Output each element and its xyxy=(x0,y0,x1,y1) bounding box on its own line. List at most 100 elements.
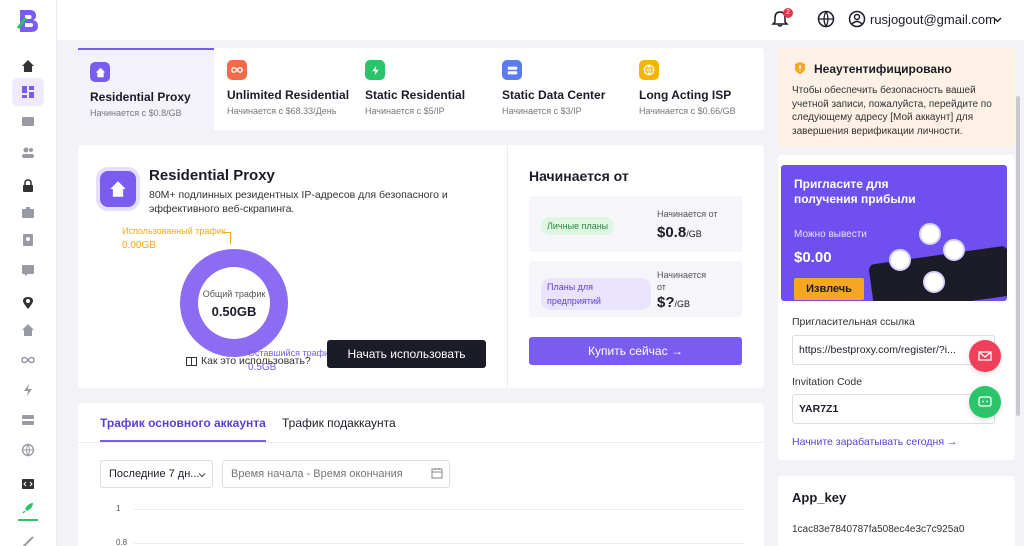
page-scrollbar[interactable] xyxy=(1016,96,1020,416)
start-earning-link[interactable]: Начните зарабатывать сегодня → xyxy=(792,436,957,448)
sidebar-server-icon[interactable] xyxy=(18,410,38,430)
notice-title: Неаутентифицировано xyxy=(814,62,952,76)
product-tab-static-datacenter[interactable]: Static Data Center Начинается с $3/IP xyxy=(490,48,627,130)
product-tabs: Residential Proxy Начинается с $0.8/GB U… xyxy=(78,48,764,130)
range-select[interactable]: Последние 7 дн... xyxy=(100,460,213,488)
product-tab-static-residential[interactable]: Static Residential Начинается с $5/IP xyxy=(353,48,490,130)
product-subtitle: Начинается с $68.33/День xyxy=(227,106,337,116)
personal-plan-price: $0.8/GB xyxy=(657,224,702,241)
personal-plan-tag: Личные планы xyxy=(541,217,615,235)
enterprise-plan[interactable]: Планы для предприятий Начинается от $?/G… xyxy=(529,261,742,317)
coin-icon xyxy=(923,271,945,293)
product-tab-long-isp[interactable]: Long Acting ISP Начинается с $0.66/GB xyxy=(627,48,764,130)
howto-text: Как это использовать? xyxy=(201,355,311,367)
sidebar-code-icon[interactable] xyxy=(18,474,38,494)
user-avatar-icon[interactable] xyxy=(848,10,866,28)
infinity-icon xyxy=(227,60,247,80)
sidebar-home-icon[interactable] xyxy=(18,56,38,76)
chevron-down-icon[interactable] xyxy=(198,471,206,479)
top-bar: 2 rusjogout@gmail.com xyxy=(57,0,1024,40)
mail-fab-button[interactable] xyxy=(969,340,1001,372)
notification-badge: 2 xyxy=(783,8,793,18)
date-range-input[interactable] xyxy=(222,460,450,488)
product-tab-unlimited[interactable]: Unlimited Residential Начинается с $68.3… xyxy=(215,48,352,130)
howto-link[interactable]: Как это использовать? xyxy=(186,355,311,367)
personal-plan-start: Начинается от xyxy=(657,209,718,219)
globe-icon xyxy=(639,60,659,80)
product-title: Long Acting ISP xyxy=(639,88,732,102)
product-title: Unlimited Residential xyxy=(227,88,350,102)
product-subtitle: Начинается с $0.8/GB xyxy=(90,108,182,118)
sidebar-extra-icon[interactable] xyxy=(18,532,38,546)
tabs-divider xyxy=(78,442,764,443)
withdraw-label: Можно вывести xyxy=(794,229,867,240)
unauthenticated-notice: Неаутентифицировано Чтобы обеспечить без… xyxy=(778,48,1015,147)
y-axis-tick: 0.8 xyxy=(116,538,128,546)
sidebar-bolt-icon[interactable] xyxy=(18,380,38,400)
app-key-title: App_key xyxy=(792,490,847,505)
tab-subaccount-traffic[interactable]: Трафик подаккаунта xyxy=(282,416,396,430)
sidebar-users-icon[interactable] xyxy=(18,142,38,162)
used-traffic-label: Использованный трафик xyxy=(122,226,226,236)
language-globe-icon[interactable] xyxy=(817,10,835,28)
product-title: Static Residential xyxy=(365,88,466,102)
coin-icon xyxy=(889,249,911,271)
buy-now-button[interactable]: Купить сейчас → xyxy=(529,337,742,365)
sidebar-location-icon[interactable] xyxy=(18,293,38,313)
sidebar-infinity-icon[interactable] xyxy=(18,350,38,370)
bolt-icon xyxy=(365,60,385,80)
traffic-donut-chart: Общий трафик 0.50GB xyxy=(180,249,288,357)
y-grid-line xyxy=(134,509,744,510)
enterprise-plan-price: $?/GB xyxy=(657,294,691,311)
sidebar-message-icon[interactable] xyxy=(18,260,38,280)
app-key-value[interactable]: 1cac83e7840787fa508ec4e3c7c925a0 xyxy=(792,524,964,535)
invitation-code-label: Invitation Code xyxy=(792,376,863,388)
sidebar-globe-icon[interactable] xyxy=(18,440,38,460)
banner-title: Пригласите для получения прибыли xyxy=(794,177,916,206)
y-grid-line xyxy=(134,543,744,544)
card-title: Residential Proxy xyxy=(149,167,275,184)
bestproxy-logo[interactable] xyxy=(16,8,40,34)
sidebar-id-card-icon[interactable] xyxy=(18,230,38,250)
product-subtitle: Начинается с $3/IP xyxy=(502,106,582,116)
product-tab-residential[interactable]: Residential Proxy Начинается с $0.8/GB xyxy=(78,48,214,130)
total-traffic-label: Общий трафик xyxy=(202,289,266,299)
product-title: Residential Proxy xyxy=(90,90,191,104)
traffic-card: Трафик основного аккаунта Трафик подакка… xyxy=(78,403,764,546)
shield-warning-icon xyxy=(795,62,805,74)
chevron-down-icon[interactable] xyxy=(993,15,1002,24)
enterprise-plan-tag: Планы для предприятий xyxy=(541,278,651,310)
calendar-icon[interactable] xyxy=(431,467,443,479)
product-subtitle: Начинается с $5/IP xyxy=(365,106,445,116)
server-icon xyxy=(502,60,522,80)
notice-text[interactable]: Чтобы обеспечить безопасность вашей учет… xyxy=(792,84,1002,138)
residential-proxy-card: Residential Proxy 80M+ подлинных резиден… xyxy=(78,145,764,388)
user-email[interactable]: rusjogout@gmail.com xyxy=(870,12,996,27)
product-title: Static Data Center xyxy=(502,88,606,102)
sidebar-rocket-icon[interactable] xyxy=(18,498,38,518)
home-icon xyxy=(90,62,110,82)
app-key-card: App_key 1cac83e7840787fa508ec4e3c7c925a0 xyxy=(778,476,1015,546)
sidebar-dashboard-icon[interactable] xyxy=(12,78,44,106)
card-description: 80M+ подлинных резидентных IP-адресов дл… xyxy=(149,189,448,215)
chat-icon xyxy=(978,396,992,407)
invitation-code-field[interactable]: YAR7Z1 xyxy=(792,394,995,424)
product-subtitle: Начинается с $0.66/GB xyxy=(639,106,736,116)
withdraw-button[interactable]: Извлечь xyxy=(794,278,864,300)
referral-link-field[interactable]: https://bestproxy.com/register/?i... xyxy=(792,335,995,365)
coin-icon xyxy=(943,239,965,261)
chat-fab-button[interactable] xyxy=(969,386,1001,418)
card-divider xyxy=(507,145,508,388)
book-icon xyxy=(186,356,197,366)
personal-plan[interactable]: Личные планы Начинается от $0.8/GB xyxy=(529,196,742,252)
coin-icon xyxy=(919,223,941,245)
y-axis-tick: 1 xyxy=(116,504,121,513)
sidebar-briefcase-icon[interactable] xyxy=(18,202,38,222)
sidebar-residential-icon[interactable] xyxy=(18,320,38,340)
tab-main-account-traffic[interactable]: Трафик основного аккаунта xyxy=(100,416,266,442)
sidebar-wallet-icon[interactable] xyxy=(18,111,38,131)
sidebar-active-indicator xyxy=(18,519,38,521)
sidebar xyxy=(0,0,57,546)
start-using-button[interactable]: Начать использовать xyxy=(327,340,486,368)
sidebar-lock-icon[interactable] xyxy=(18,176,38,196)
